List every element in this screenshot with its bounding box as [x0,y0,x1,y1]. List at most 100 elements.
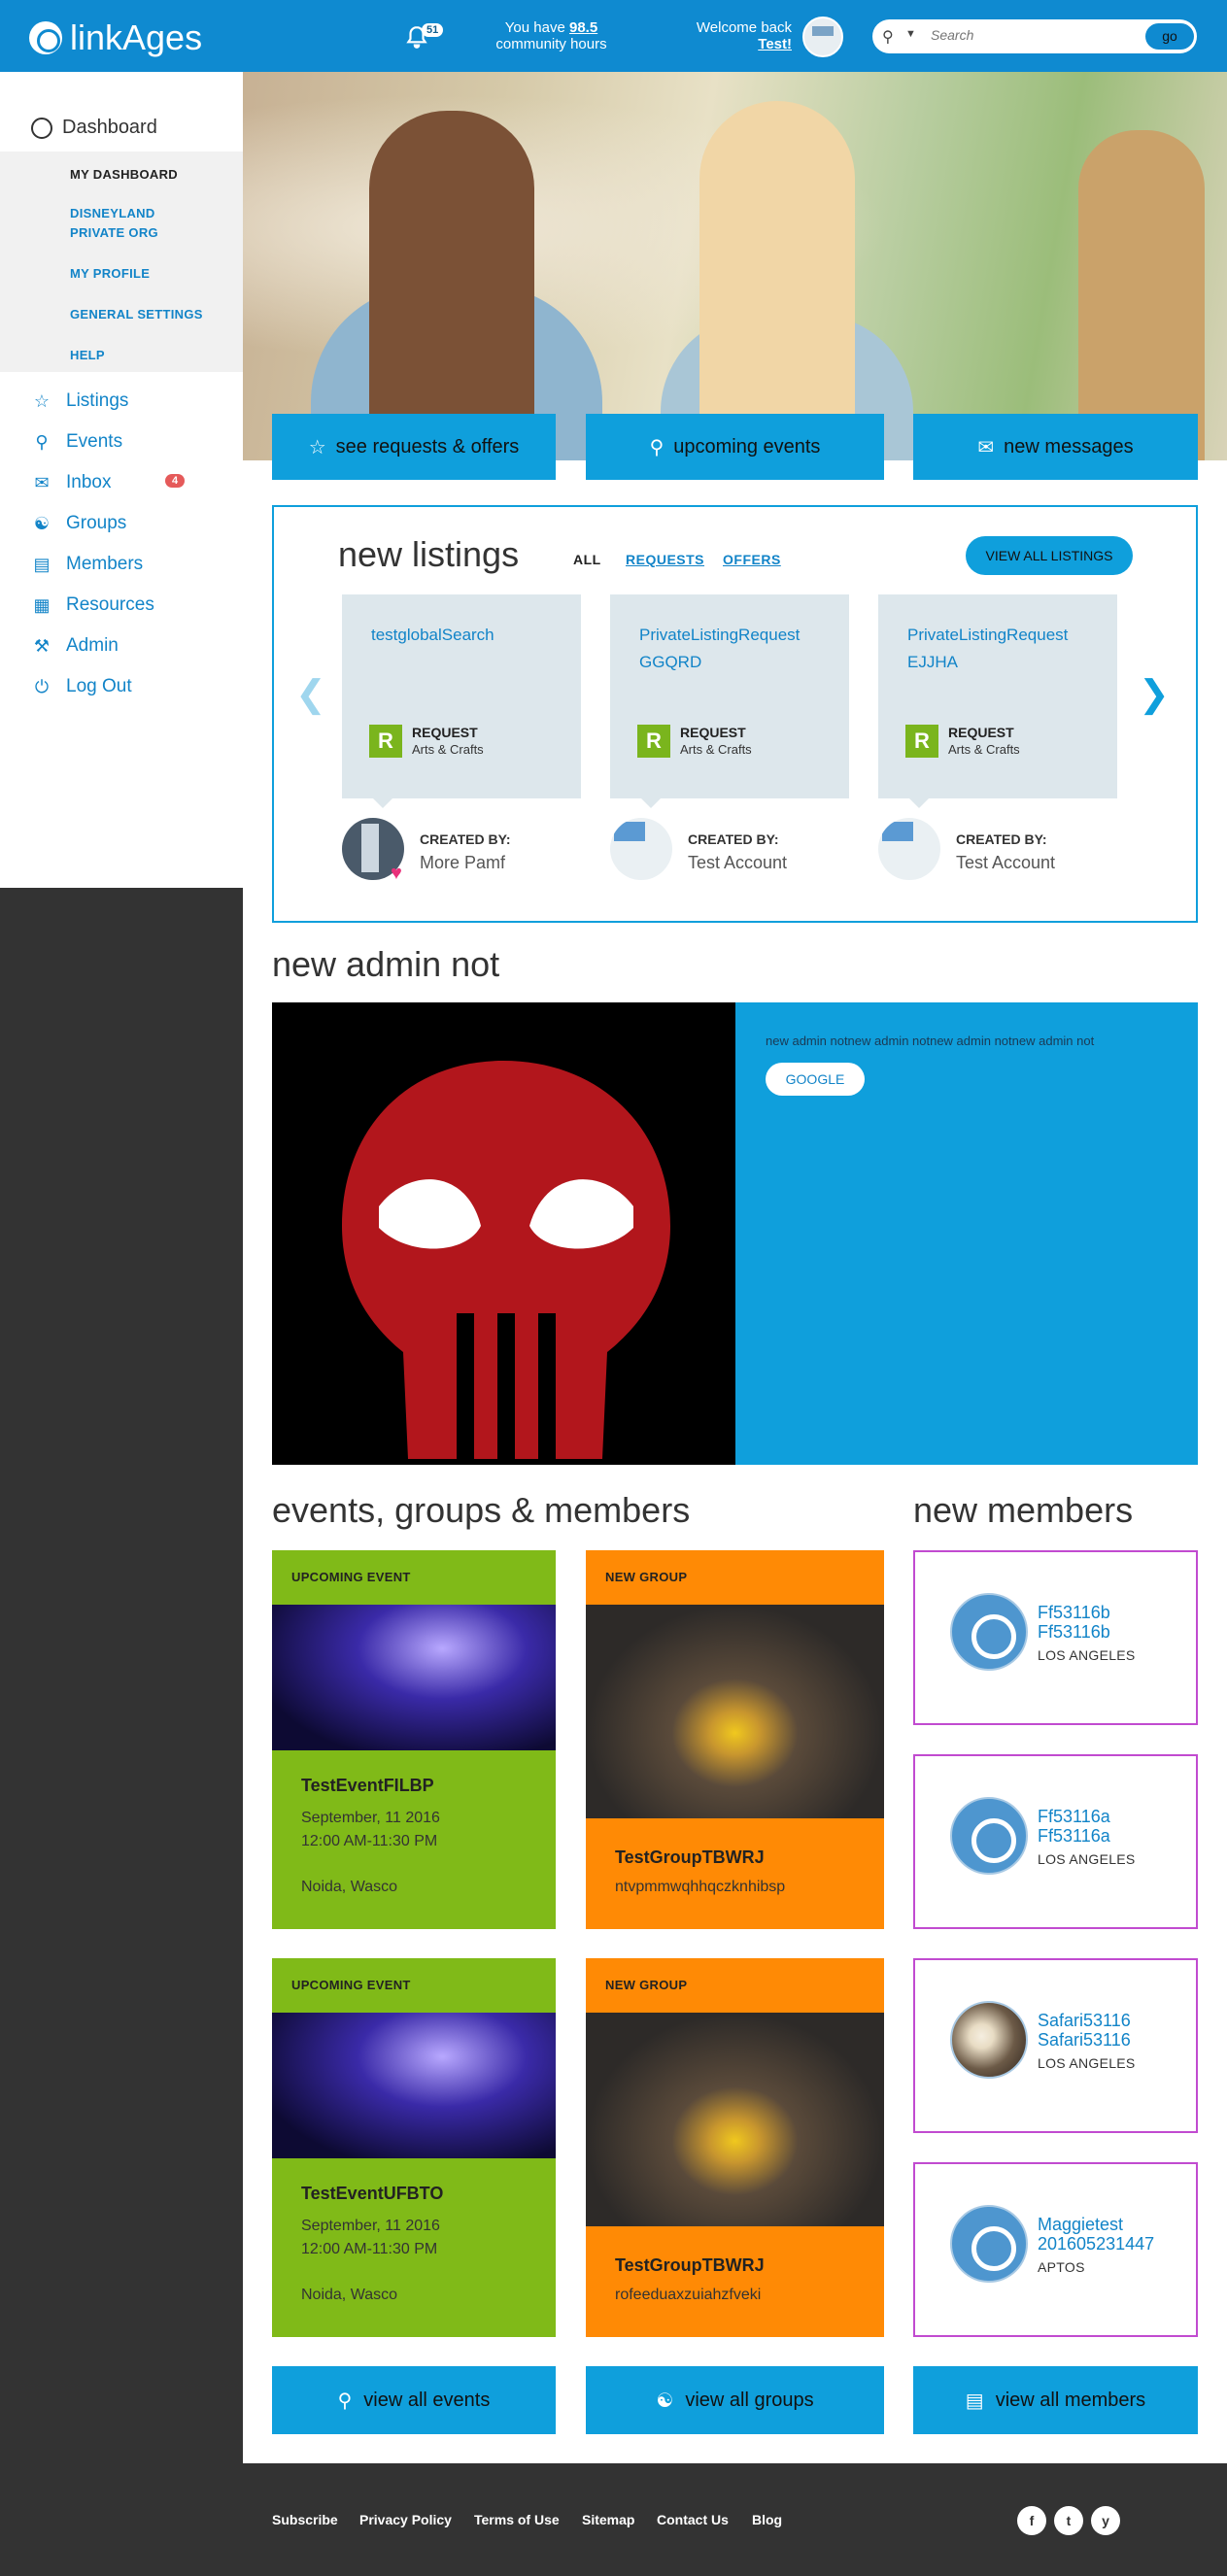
tile-label: UPCOMING EVENT [291,1570,411,1584]
sidebar-item-label: Groups [66,513,127,533]
listing-title[interactable]: PrivateListingRequest GGQRD [639,622,834,676]
sidebar-item-inbox[interactable]: ✉ Inbox [31,472,111,493]
event-date: September, 11 2016 [301,1810,440,1826]
view-all-groups-button[interactable]: ☯ view all groups [586,2366,884,2434]
new-members-title: new members [913,1490,1134,1530]
footer: Subscribe Privacy Policy Terms of Use Si… [243,2463,1227,2576]
member-card[interactable]: Ff53116a Ff53116a LOS ANGELES [913,1754,1198,1929]
sidebar-item-label: Log Out [66,676,132,696]
carousel-prev-icon[interactable]: ❮ [295,672,326,716]
footer-link-blog[interactable]: Blog [752,2512,782,2527]
filter-offers[interactable]: OFFERS [723,552,781,567]
filter-all[interactable]: ALL [573,552,601,567]
sidebar-item-dashboard[interactable]: Dashboard [31,117,157,139]
twitter-icon[interactable]: t [1054,2506,1083,2535]
linkages-logo[interactable]: linkAges [29,17,202,58]
member-name[interactable]: Ff53116a Ff53116a [1038,1807,1193,1846]
button-label: view all members [995,2389,1146,2411]
view-all-events-button[interactable]: ⚲ view all events [272,2366,556,2434]
event-datetime: September, 11 2016 12:00 AM-11:30 PM [301,1807,440,1853]
filter-requests[interactable]: REQUESTS [626,552,704,567]
event-tile[interactable]: UPCOMING EVENT TestEventFILBP September,… [272,1550,556,1929]
request-badge: R [369,725,402,758]
created-by-label: CREATED BY: [420,831,511,847]
creator-avatar[interactable] [878,818,940,880]
listing-category: Arts & Crafts [680,742,752,757]
member-name-line1: Ff53116b [1038,1603,1110,1622]
footer-link-sitemap[interactable]: Sitemap [582,2512,634,2527]
subnav-disneyland[interactable]: DISNEYLAND [70,204,155,223]
view-all-members-button[interactable]: ▤ view all members [913,2366,1198,2434]
sidebar-item-label: Resources [66,594,154,615]
group-name[interactable]: TestGroupTBWRJ [615,1847,765,1868]
new-messages-button[interactable]: ✉ new messages [913,414,1198,480]
pin-icon: ⚲ [337,2390,353,2412]
event-name[interactable]: TestEventFILBP [301,1776,434,1796]
google-button[interactable]: GOOGLE [766,1063,865,1096]
logo-text: linkAges [70,17,203,57]
carousel-next-icon[interactable]: ❯ [1139,672,1170,716]
request-badge: R [905,725,938,758]
view-all-listings-button[interactable]: VIEW ALL LISTINGS [966,536,1133,575]
group-name[interactable]: TestGroupTBWRJ [615,2255,765,2276]
member-name[interactable]: Ff53116b Ff53116b [1038,1603,1193,1642]
facebook-icon[interactable]: f [1017,2506,1046,2535]
logo-mark-icon [29,21,62,54]
sidebar-item-listings[interactable]: ☆ Listings [31,390,129,412]
listings-title: new listings [338,534,520,574]
subnav-help[interactable]: HELP [70,346,105,365]
event-image [272,2013,556,2158]
created-by-label: CREATED BY: [688,831,779,847]
event-name[interactable]: TestEventUFBTO [301,2184,443,2204]
footer-link-privacy[interactable]: Privacy Policy [359,2512,452,2527]
event-time: 12:00 AM-11:30 PM [301,2241,438,2257]
member-name-line1: Ff53116a [1038,1807,1110,1826]
member-name[interactable]: Maggietest 201605231447 [1038,2215,1193,2254]
footer-link-subscribe[interactable]: Subscribe [272,2512,338,2527]
youtube-icon[interactable]: y [1091,2506,1120,2535]
event-tile[interactable]: UPCOMING EVENT TestEventUFBTO September,… [272,1958,556,2337]
footer-link-contact[interactable]: Contact Us [657,2512,729,2527]
search-input[interactable] [931,27,1144,43]
power-icon: ⏻ [34,677,50,696]
creator-avatar[interactable] [610,818,672,880]
listing-title[interactable]: PrivateListingRequest EJJHA [907,622,1102,676]
footer-link-terms[interactable]: Terms of Use [474,2512,560,2527]
sidebar-item-groups[interactable]: ☯ Groups [31,513,126,534]
member-name-line2: Ff53116b [1038,1622,1110,1642]
hours-value[interactable]: 98.5 [569,19,597,36]
sidebar-item-members[interactable]: ▤ Members [31,554,143,575]
member-card[interactable]: Maggietest 201605231447 APTOS [913,2162,1198,2337]
search-go-button[interactable]: go [1145,23,1194,50]
user-name-link[interactable]: Test! [758,36,792,52]
member-card[interactable]: Ff53116b Ff53116b LOS ANGELES [913,1550,1198,1725]
listing-category: Arts & Crafts [412,742,484,757]
group-tile[interactable]: NEW GROUP TestGroupTBWRJ ntvpmmwqhhqczkn… [586,1550,884,1929]
skull-image [272,1002,735,1465]
group-description: ntvpmmwqhhqczknhibsp [615,1879,786,1895]
subnav-my-profile[interactable]: MY PROFILE [70,264,150,284]
sidebar-item-label: Events [66,431,123,452]
upcoming-events-button[interactable]: ⚲ upcoming events [586,414,884,480]
requests-offers-button[interactable]: ☆ see requests & offers [272,414,556,480]
member-name[interactable]: Safari53116 Safari53116 [1038,2011,1193,2050]
listing-card[interactable]: testglobalSearch R REQUEST Arts & Crafts [342,594,581,808]
listing-card[interactable]: PrivateListingRequest EJJHA R REQUEST Ar… [878,594,1117,808]
listing-card[interactable]: PrivateListingRequest GGQRD R REQUEST Ar… [610,594,849,808]
subnav-my-dashboard[interactable]: MY DASHBOARD [70,165,178,185]
member-location: LOS ANGELES [1038,1647,1136,1663]
subnav-private-org[interactable]: PRIVATE ORG [70,223,158,243]
sidebar-item-events[interactable]: ⚲ Events [31,431,122,453]
wrench-icon: ⚒ [33,636,51,656]
button-label: view all groups [685,2389,814,2411]
member-card[interactable]: Safari53116 Safari53116 LOS ANGELES [913,1958,1198,2133]
group-tile[interactable]: NEW GROUP TestGroupTBWRJ rofeeduaxzuiahz… [586,1958,884,2337]
listing-title[interactable]: testglobalSearch [371,622,565,649]
community-hours: You have 98.5 community hours [466,19,636,52]
sidebar-item-resources[interactable]: ▦ Resources [31,594,154,616]
sidebar-item-logout[interactable]: ⏻ Log Out [31,676,132,697]
sidebar-item-admin[interactable]: ⚒ Admin [31,635,119,657]
chevron-down-icon[interactable]: ▼ [905,28,916,40]
user-avatar[interactable] [802,17,843,57]
subnav-general-settings[interactable]: GENERAL SETTINGS [70,305,203,324]
